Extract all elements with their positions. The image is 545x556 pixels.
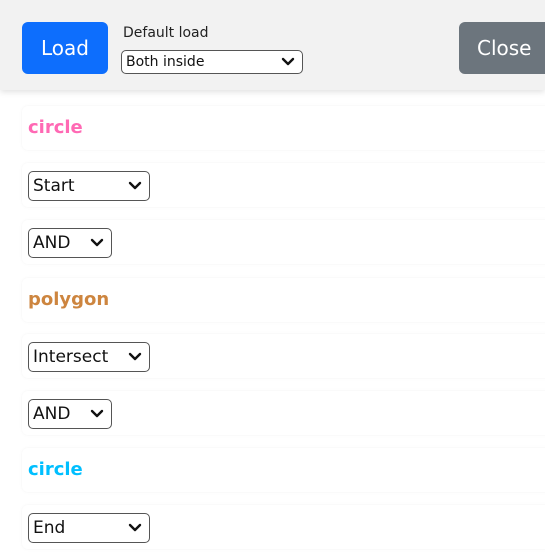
default-load-select[interactable]: Both inside — [121, 50, 303, 74]
position-select[interactable]: Start — [28, 171, 150, 201]
relation-select[interactable]: Intersect — [28, 342, 150, 372]
chevron-down-icon — [90, 409, 104, 418]
operator-row: Start — [22, 163, 545, 207]
shape-row: polygon — [22, 278, 545, 322]
chevron-down-icon — [128, 523, 142, 532]
position-select-value: Start — [33, 176, 75, 196]
load-button[interactable]: Load — [22, 22, 108, 74]
default-load-value: Both inside — [126, 54, 205, 70]
logic-select[interactable]: AND — [28, 228, 112, 258]
logic-select-value: AND — [33, 404, 71, 424]
shape-label: polygon — [28, 289, 110, 310]
chevron-down-icon — [281, 57, 295, 66]
chevron-down-icon — [90, 238, 104, 247]
relation-select-value: Intersect — [33, 347, 109, 367]
operator-row: End — [22, 505, 545, 549]
default-load-label: Default load — [123, 25, 209, 41]
shape-row: circle — [22, 448, 545, 492]
shape-row: circle — [22, 106, 545, 150]
logic-select[interactable]: AND — [28, 399, 112, 429]
position-select-value: End — [33, 518, 66, 538]
chevron-down-icon — [128, 352, 142, 361]
operator-row: AND — [22, 391, 545, 435]
operator-row: Intersect — [22, 334, 545, 378]
toolbar: Load Default load Both inside Close — [0, 0, 545, 90]
shape-label: circle — [28, 459, 83, 480]
logic-select-value: AND — [33, 233, 71, 253]
position-select[interactable]: End — [28, 513, 150, 543]
shape-label: circle — [28, 117, 83, 138]
operator-row: AND — [22, 220, 545, 264]
chevron-down-icon — [128, 181, 142, 190]
close-button[interactable]: Close — [459, 22, 545, 74]
